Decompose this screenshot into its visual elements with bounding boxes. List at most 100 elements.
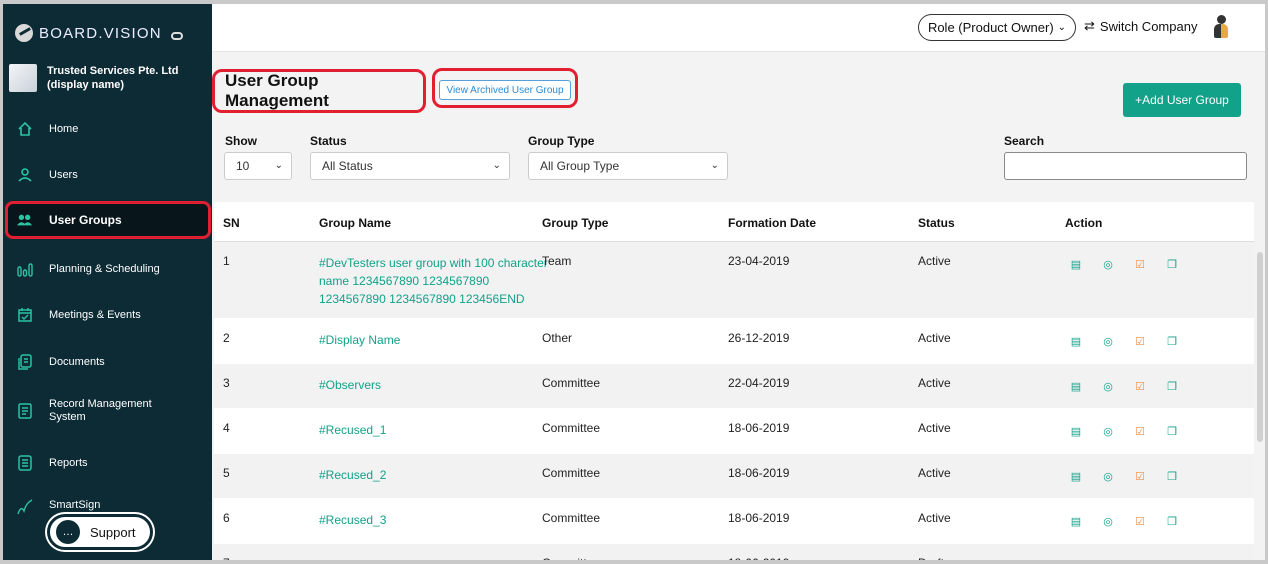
copy-icon[interactable]: ❐ (1164, 335, 1180, 348)
table-row: 6 #Recused_3 Committee 18-06-2019 Active ▤ ◎ ☑ ❐ (214, 499, 1254, 544)
table-row: 1 #DevTesters user group with 100 charact… (214, 242, 1254, 319)
table-header: SN Group Name Group Type Formation Date … (214, 202, 1254, 242)
table-row: 3 #Observers Committee 22-04-2019 Active ▤ ◎ ☑ ❐ (214, 364, 1254, 409)
show-select[interactable]: 10 ⌄ (224, 152, 292, 180)
location-icon[interactable]: ◎ (1100, 335, 1116, 348)
sidebar-item-label-line2: System (49, 411, 86, 423)
group-type-select[interactable]: All Group Type ⌄ (528, 152, 728, 180)
row-actions: ▤ ◎ ☑ ❐ (1068, 335, 1180, 348)
edit-icon[interactable]: ☑ (1132, 515, 1148, 528)
group-name-link[interactable]: #Recused_4 test (319, 556, 559, 560)
company-selector[interactable]: Trusted Services Pte. Ltd (display name) (9, 64, 197, 92)
reports-icon (17, 455, 33, 471)
calendar-icon[interactable]: ▤ (1068, 335, 1084, 348)
location-icon[interactable]: ◎ (1100, 258, 1116, 271)
location-icon[interactable]: ◎ (1100, 470, 1116, 483)
sidebar-item-label: Documents (49, 356, 105, 368)
records-icon (17, 403, 33, 419)
cell-sn: 3 (223, 376, 230, 390)
sidebar-item-label: Users (49, 169, 78, 181)
show-value: 10 (236, 159, 250, 173)
add-user-group-button[interactable]: +Add User Group (1123, 83, 1241, 117)
header-group-type[interactable]: Group Type (542, 216, 608, 230)
header-sn[interactable]: SN (223, 216, 240, 230)
search-input[interactable] (1004, 152, 1247, 180)
board-vision-logo-icon (15, 24, 33, 42)
row-actions: ▤ ◎ ☑ ❐ (1068, 380, 1180, 393)
status-select[interactable]: All Status ⌄ (310, 152, 510, 180)
location-icon[interactable]: ◎ (1100, 380, 1116, 393)
view-archived-button[interactable]: View Archived User Group (439, 80, 571, 100)
calendar-icon[interactable]: ▤ (1068, 515, 1084, 528)
calendar-icon[interactable]: ▤ (1068, 470, 1084, 483)
cell-sn: 5 (223, 466, 230, 480)
main-content: User Group Management View Archived User… (212, 52, 1265, 560)
sidebar-item-meetings[interactable]: Meetings & Events (3, 300, 212, 330)
sidebar-toggle-icon[interactable] (171, 32, 183, 40)
table-row: 7 #Recused_4 testCommittee 18-06-2019 Draft… (214, 544, 1254, 560)
sidebar-item-users[interactable]: Users (3, 160, 212, 190)
edit-icon[interactable]: ☑ (1132, 258, 1148, 271)
page-title: User Group Management (225, 71, 329, 110)
row-actions: ▤ ◎ ☑ ❐ (1068, 258, 1180, 271)
cell-formation-date: 18-06-2019 (728, 466, 790, 480)
calendar-icon[interactable]: ▤ (1068, 425, 1084, 438)
chevron-down-icon: ⌄ (274, 160, 283, 171)
calendar-icon[interactable]: ▤ (1068, 258, 1084, 271)
sidebar-item-documents[interactable]: Documents (3, 347, 212, 377)
role-dropdown[interactable]: Role (Product Owner) ⌄ (918, 14, 1076, 41)
cell-formation-date: 18-06-2019 (728, 556, 789, 560)
support-label: Support (90, 524, 136, 540)
header-formation-date[interactable]: Formation Date (728, 216, 816, 230)
copy-icon[interactable]: ❐ (1164, 470, 1180, 483)
sidebar-item-reports[interactable]: Reports (3, 448, 212, 478)
sidebar-item-record-management[interactable]: Record Management System (3, 396, 212, 426)
edit-icon[interactable]: ☑ (1132, 425, 1148, 438)
sidebar-item-user-groups[interactable]: User Groups (5, 201, 211, 239)
planning-icon (17, 261, 33, 277)
company-name: Trusted Services Pte. Ltd (47, 65, 179, 77)
group-name-link[interactable]: #Display Name (319, 331, 559, 349)
group-name-link[interactable]: #Recused_2 (319, 466, 559, 484)
cell-group-type: Team (542, 254, 572, 268)
brand[interactable]: BOARD.VISION (15, 24, 162, 42)
support-button[interactable]: … Support (47, 514, 153, 550)
group-name-link[interactable]: #DevTesters user group with 100 characte… (319, 254, 559, 308)
archived-highlight: View Archived User Group (432, 68, 578, 108)
edit-icon[interactable]: ☑ (1132, 335, 1148, 348)
switch-company-label: Switch Company (1099, 18, 1198, 34)
cell-status: Active (918, 376, 951, 390)
copy-icon[interactable]: ❐ (1164, 258, 1180, 271)
sidebar-item-label: SmartSign (49, 499, 101, 511)
calendar-icon[interactable]: ▤ (1068, 380, 1084, 393)
copy-icon[interactable]: ❐ (1164, 380, 1180, 393)
cell-status: Active (918, 421, 951, 435)
scrollbar[interactable] (1257, 252, 1263, 442)
sidebar-item-label: User Groups (49, 213, 122, 227)
header-status[interactable]: Status (918, 216, 955, 230)
group-name-link[interactable]: #Recused_1 (319, 421, 559, 439)
group-name-link[interactable]: #Observers (319, 376, 559, 394)
location-icon[interactable]: ◎ (1100, 515, 1116, 528)
row-actions: ▤ ◎ ☑ ❐ (1068, 470, 1180, 483)
cell-group-type: Committee (542, 376, 601, 390)
role-label: Role (Product Owner) (927, 20, 1054, 35)
edit-icon[interactable]: ☑ (1132, 470, 1148, 483)
group-name-link[interactable]: #Recused_3 (319, 511, 559, 529)
cell-sn: 4 (223, 421, 230, 435)
edit-icon[interactable]: ☑ (1132, 380, 1148, 393)
header-group-name[interactable]: Group Name (319, 216, 391, 230)
sidebar-item-label: Reports (49, 457, 88, 469)
sidebar-item-planning[interactable]: Planning & Scheduling (3, 254, 212, 284)
group-type-label: Group Type (528, 134, 595, 148)
avatar[interactable] (1212, 15, 1230, 39)
show-label: Show (225, 134, 257, 148)
row-actions: ▤ ◎ ☑ ❐ (1068, 425, 1180, 438)
cell-sn: 7 (223, 556, 230, 560)
copy-icon[interactable]: ❐ (1164, 425, 1180, 438)
location-icon[interactable]: ◎ (1100, 425, 1116, 438)
copy-icon[interactable]: ❐ (1164, 515, 1180, 528)
top-bar: Role (Product Owner) ⌄ ⇄ Switch Company (212, 4, 1265, 52)
switch-company-button[interactable]: ⇄ Switch Company (1084, 18, 1197, 34)
sidebar-item-home[interactable]: Home (3, 114, 212, 144)
